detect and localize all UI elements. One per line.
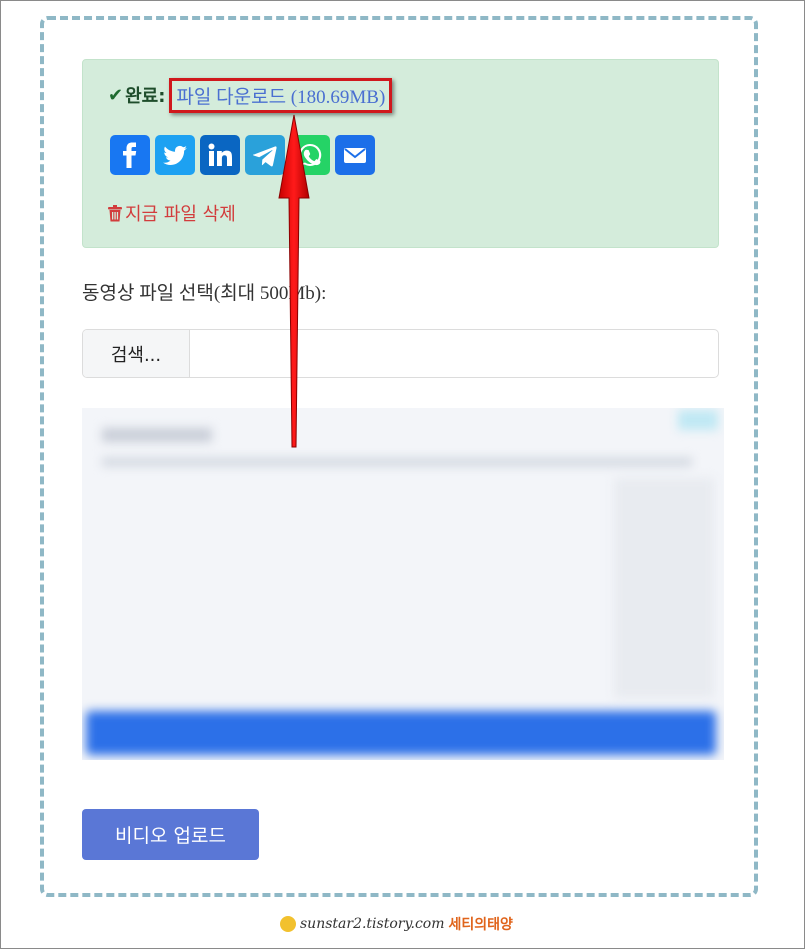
- facebook-share-button[interactable]: [110, 135, 150, 175]
- download-link[interactable]: 파일 다운로드 (180.69MB): [169, 77, 393, 113]
- telegram-share-button[interactable]: [245, 135, 285, 175]
- watermark-name: 세티의태양: [448, 917, 513, 933]
- ad-cta-bar: [86, 711, 716, 755]
- facebook-icon: [123, 142, 137, 168]
- status-label: 완료:: [125, 86, 166, 107]
- file-field-label: 동영상 파일 선택(최대 500Mb):: [82, 283, 327, 304]
- linkedin-icon: [208, 143, 232, 166]
- ad-side-panel: [614, 478, 714, 698]
- whatsapp-icon: [299, 143, 322, 166]
- status-line: ✔ 완료: 파일 다운로드 (180.69MB): [108, 77, 393, 113]
- email-icon: [344, 148, 366, 163]
- linkedin-share-button[interactable]: [200, 135, 240, 175]
- share-buttons: [110, 135, 375, 175]
- trash-icon: [108, 204, 122, 221]
- ad-content: [82, 408, 724, 760]
- whatsapp-share-button[interactable]: [290, 135, 330, 175]
- check-icon: ✔: [108, 84, 124, 106]
- twitter-icon: [163, 145, 187, 165]
- ad-choice-badge: [678, 410, 718, 430]
- telegram-icon: [253, 146, 277, 167]
- twitter-share-button[interactable]: [155, 135, 195, 175]
- browse-button[interactable]: 검색...: [83, 330, 190, 377]
- ad-logo: [102, 428, 212, 442]
- delete-label: 지금 파일 삭제: [125, 204, 236, 225]
- file-input[interactable]: 검색...: [82, 329, 719, 378]
- smiley-icon: [280, 916, 296, 932]
- upload-video-button[interactable]: 비디오 업로드: [82, 809, 259, 860]
- email-share-button[interactable]: [335, 135, 375, 175]
- delete-file-link[interactable]: 지금 파일 삭제: [108, 200, 236, 226]
- ad-divider: [102, 458, 692, 466]
- blurred-ad-banner[interactable]: [82, 408, 724, 760]
- watermark-url: sunstar2.tistory.com: [300, 916, 445, 932]
- watermark: sunstar2.tistory.com 세티의태양: [280, 914, 513, 934]
